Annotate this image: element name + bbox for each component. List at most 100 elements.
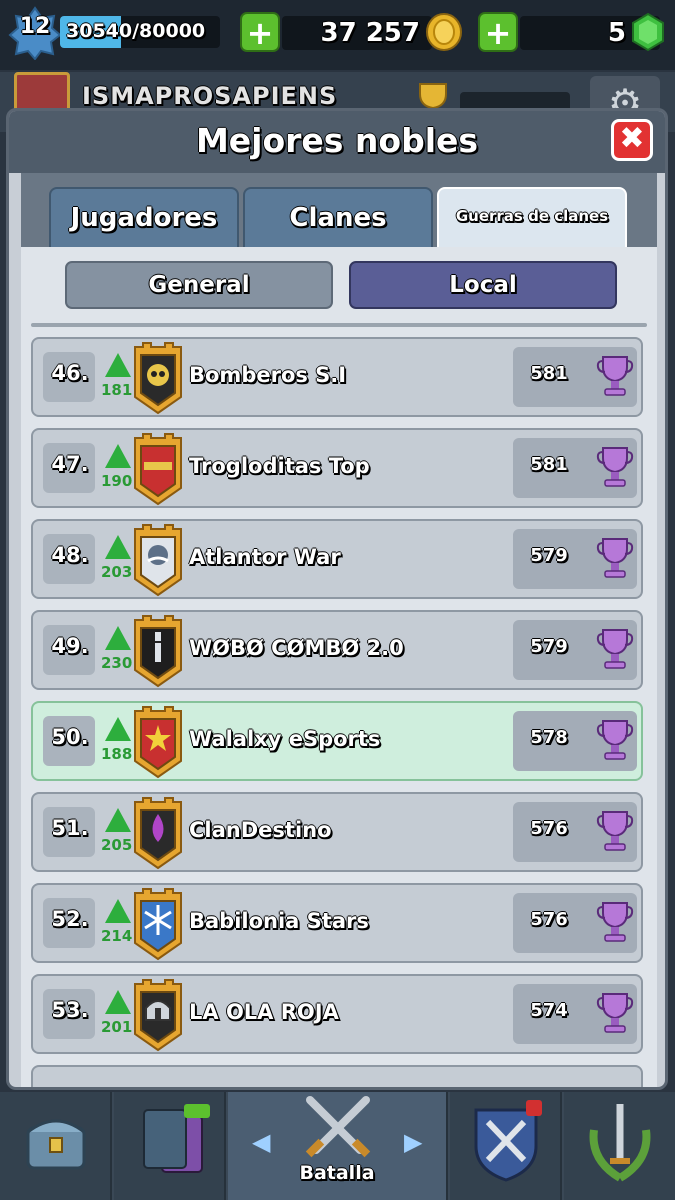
clan-name: Atlantor War (189, 545, 341, 569)
add-gems-button[interactable]: + (478, 12, 518, 52)
toggle-local[interactable]: Local (349, 261, 617, 309)
up-arrow-icon (105, 808, 131, 832)
rank-number: 46. (51, 361, 89, 385)
leaderboard-row[interactable]: 47. 190 Trogloditas Top 581 (31, 428, 643, 508)
tab-players[interactable]: Jugadores (49, 187, 239, 247)
crossed-swords-icon (305, 1096, 371, 1158)
tab-clan-wars-label: Guerras de clanes (455, 207, 609, 225)
rank-number: 47. (51, 452, 89, 476)
up-arrow-icon (105, 899, 131, 923)
modal-title: Mejores nobles (195, 121, 479, 160)
nav-battle-label: Batalla (299, 1162, 375, 1184)
rank-change: 230 (101, 654, 133, 672)
rank-change: 205 (101, 836, 133, 854)
cards-icon (143, 1104, 210, 1173)
chevron-right-icon[interactable]: ▶ (404, 1128, 422, 1156)
clan-name: Babilonia Stars (189, 909, 369, 933)
clan-score: 579 (530, 636, 568, 657)
gem-icon (632, 12, 664, 52)
purple-trophy-icon (596, 993, 634, 1033)
tab-clans[interactable]: Clanes (243, 187, 433, 247)
star-badge-icon (134, 706, 182, 779)
up-arrow-icon (105, 626, 131, 650)
rank-number: 50. (51, 725, 89, 749)
top-status-bar: 12 30540/80000 + 37 257 + 5 (0, 0, 675, 70)
flag-badge-icon (134, 433, 182, 506)
leaderboard-row-partial[interactable] (31, 1065, 643, 1087)
purple-trophy-icon (596, 811, 634, 851)
treasure-chest-icon (26, 1119, 86, 1170)
gems-amount: 5 (607, 18, 626, 48)
profile-name[interactable]: ISMAPROSAPIENS (82, 82, 337, 110)
rank-change: 190 (101, 472, 133, 490)
rank-number: 51. (51, 816, 89, 840)
clan-score: 579 (530, 545, 568, 566)
drop-badge-icon (134, 797, 182, 870)
up-arrow-icon (105, 353, 131, 377)
clan-score: 581 (530, 363, 568, 384)
add-gold-button[interactable]: + (240, 12, 280, 52)
clan-score: 576 (530, 909, 568, 930)
gold-amount: 37 257 (320, 18, 420, 48)
leaderboard-modal: Mejores nobles ✖ Jugadores Clanes Guerra… (6, 108, 668, 1090)
close-button[interactable]: ✖ (611, 119, 653, 161)
leaderboard-row[interactable]: 46. 181 Bomberos S.I 581 (31, 337, 643, 417)
leaderboard-row[interactable]: 50. 188 Walalxy eSports 578 (31, 701, 643, 781)
up-arrow-icon (105, 717, 131, 741)
tab-players-label: Jugadores (70, 203, 218, 233)
leaderboard-row[interactable]: 49. 230 WØBØ CØMBØ 2.0 579 (31, 610, 643, 690)
up-arrow-icon (105, 535, 131, 559)
snowflake-badge-icon (134, 888, 182, 961)
nav-clan[interactable] (450, 1092, 562, 1200)
rank-number: 52. (51, 907, 89, 931)
up-arrow-icon (105, 444, 131, 468)
leaderboard-row[interactable]: 52. 214 Babilonia Stars 576 (31, 883, 643, 963)
laurel-sword-icon (589, 1104, 651, 1182)
nav-shop[interactable] (0, 1092, 112, 1200)
nav-tournaments[interactable] (564, 1092, 675, 1200)
clan-score: 576 (530, 818, 568, 839)
skull-badge-icon (134, 342, 182, 415)
purple-trophy-icon (596, 447, 634, 487)
rank-change: 203 (101, 563, 133, 581)
chevron-left-icon[interactable]: ◀ (252, 1128, 270, 1156)
rank-change: 201 (101, 1018, 133, 1036)
clan-score: 574 (530, 1000, 568, 1021)
toggle-general[interactable]: General (65, 261, 333, 309)
clan-name: ClanDestino (189, 818, 332, 842)
leaderboard-row[interactable]: 53. 201 LA OLA ROJA 574 (31, 974, 643, 1054)
purple-trophy-icon (596, 356, 634, 396)
clan-name: Trogloditas Top (189, 454, 370, 478)
rank-change: 188 (101, 745, 133, 763)
rank-change: 181 (101, 381, 133, 399)
clan-name: WØBØ CØMBØ 2.0 (189, 636, 404, 660)
rank-number: 48. (51, 543, 89, 567)
list-divider (31, 323, 647, 327)
leaderboard-row[interactable]: 48. 203 Atlantor War 579 (31, 519, 643, 599)
purple-trophy-icon (596, 902, 634, 942)
clan-score: 581 (530, 454, 568, 475)
xp-text: 30540/80000 (66, 20, 206, 42)
rank-change: 214 (101, 927, 133, 945)
gold-coin-icon (426, 13, 462, 51)
bamboo-badge-icon (134, 615, 182, 688)
rank-number: 49. (51, 634, 89, 658)
nav-cards[interactable] (114, 1092, 226, 1200)
bottom-navigation: ◀ ▶ Batalla (0, 1092, 675, 1200)
purple-trophy-icon (596, 538, 634, 578)
ranking-list[interactable]: 46. 181 Bomberos S.I 581 47. 190 Trogloditas T… (27, 323, 651, 1087)
purple-trophy-icon (596, 629, 634, 669)
tab-clan-wars[interactable]: Guerras de clanes (437, 187, 627, 247)
clan-name: LA OLA ROJA (189, 1000, 339, 1024)
clan-name: Bomberos S.I (189, 363, 347, 387)
level-number: 12 (19, 14, 51, 39)
nav-battle[interactable]: ◀ ▶ Batalla (228, 1092, 448, 1200)
tab-clans-label: Clanes (289, 203, 387, 233)
rank-number: 53. (51, 998, 89, 1022)
helmet-badge-icon (134, 979, 182, 1052)
clan-shield-icon (474, 1100, 542, 1182)
leaderboard-row[interactable]: 51. 205 ClanDestino 576 (31, 792, 643, 872)
clan-score: 578 (530, 727, 568, 748)
mustache-badge-icon (134, 524, 182, 597)
clan-name: Walalxy eSports (189, 727, 381, 751)
